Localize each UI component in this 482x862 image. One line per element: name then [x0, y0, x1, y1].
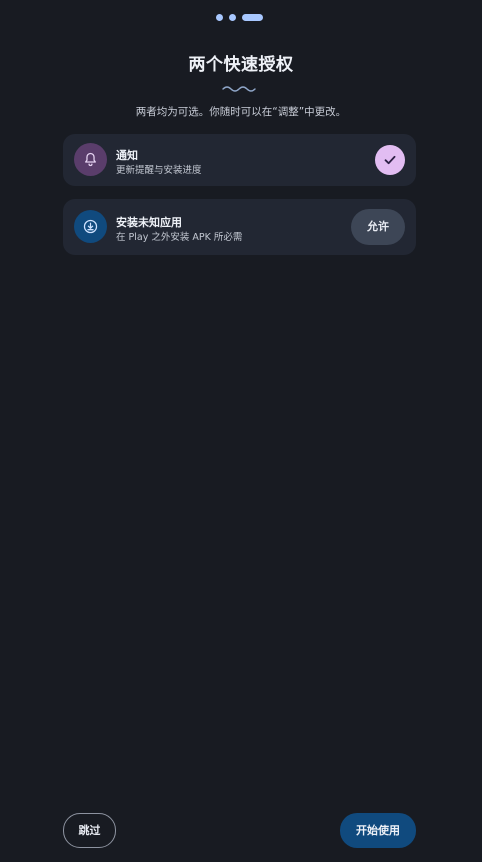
- page-indicator: [0, 14, 482, 22]
- permission-description: 在 Play 之外安装 APK 所必需: [116, 232, 243, 243]
- wave-divider: [222, 86, 256, 92]
- permission-description: 更新提醒与安装进度: [116, 165, 202, 176]
- permission-title: 安装未知应用: [116, 216, 182, 229]
- page-dot-1: [216, 14, 223, 21]
- get-started-button[interactable]: 开始使用: [340, 813, 416, 848]
- download-icon: [83, 219, 98, 234]
- allow-button[interactable]: 允许: [351, 209, 405, 245]
- bell-icon: [85, 152, 96, 167]
- page-title: 两个快速授权: [188, 55, 294, 75]
- permission-card-notifications: 通知 更新提醒与安装进度: [63, 134, 416, 186]
- install-icon-badge: [74, 210, 107, 243]
- permission-title: 通知: [116, 149, 138, 162]
- page-subtitle: 两者均为可选。你随时可以在“调整”中更改。: [135, 106, 347, 118]
- granted-check-button[interactable]: [375, 145, 405, 175]
- notification-icon-badge: [74, 143, 107, 176]
- skip-button[interactable]: 跳过: [63, 813, 116, 848]
- onboarding-screen: 两个快速授权 两者均为可选。你随时可以在“调整”中更改。 通知 更新提醒与安装进…: [0, 0, 482, 862]
- page-dot-2: [229, 14, 236, 21]
- check-icon: [384, 155, 396, 165]
- page-dot-3-active: [242, 14, 263, 21]
- permission-card-install-unknown-apps: 安装未知应用 在 Play 之外安装 APK 所必需 允许: [63, 199, 416, 255]
